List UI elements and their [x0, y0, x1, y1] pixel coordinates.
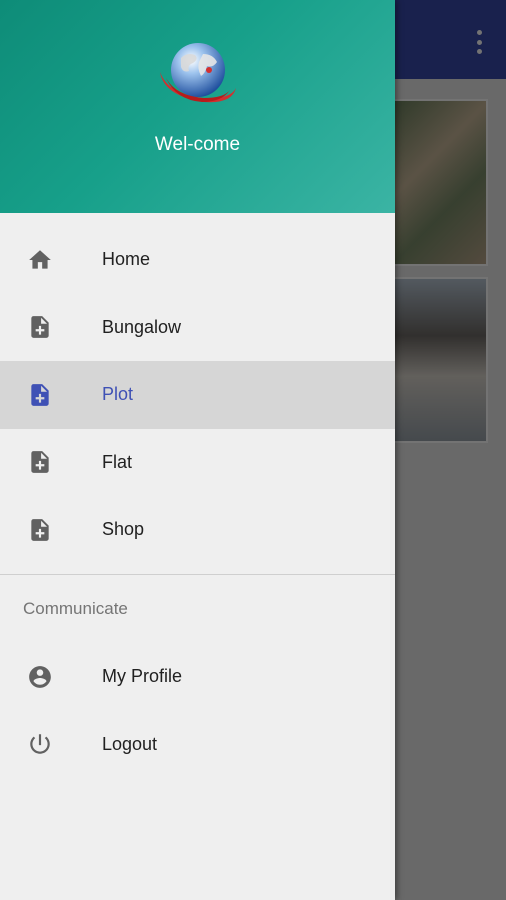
- menu-item-label: Flat: [102, 451, 133, 472]
- menu-item-logout[interactable]: Logout: [0, 711, 395, 779]
- menu-item-label: Plot: [102, 384, 134, 405]
- add-document-icon: [27, 382, 53, 408]
- menu-item-flat[interactable]: Flat: [0, 429, 395, 497]
- add-document-icon: [27, 449, 53, 475]
- navigation-drawer: Wel-come Home Bungalow Plot Flat Shop Co…: [0, 0, 395, 900]
- menu-item-label: Shop: [102, 519, 145, 540]
- main-menu: Home Bungalow Plot Flat Shop: [0, 226, 395, 564]
- menu-item-label: Home: [102, 249, 151, 270]
- communicate-menu: My Profile Logout: [0, 643, 395, 778]
- account-circle-icon: [27, 664, 53, 690]
- menu-item-bungalow[interactable]: Bungalow: [0, 294, 395, 362]
- welcome-text: Wel-come: [154, 134, 241, 155]
- add-document-icon: [27, 314, 53, 340]
- menu-item-my-profile[interactable]: My Profile: [0, 643, 395, 711]
- menu-item-label: Logout: [102, 733, 158, 754]
- drawer-header: Wel-come: [0, 0, 395, 213]
- home-icon: [27, 247, 53, 273]
- menu-item-home[interactable]: Home: [0, 226, 395, 294]
- section-title-communicate: Communicate: [23, 599, 128, 618]
- menu-item-plot[interactable]: Plot: [0, 361, 395, 429]
- menu-item-label: Bungalow: [102, 316, 182, 337]
- globe-logo-icon: [160, 43, 236, 103]
- power-icon: [27, 731, 53, 757]
- add-document-icon: [27, 517, 53, 543]
- menu-item-label: My Profile: [102, 666, 183, 687]
- menu-item-shop[interactable]: Shop: [0, 496, 395, 564]
- menu-divider: [0, 574, 395, 575]
